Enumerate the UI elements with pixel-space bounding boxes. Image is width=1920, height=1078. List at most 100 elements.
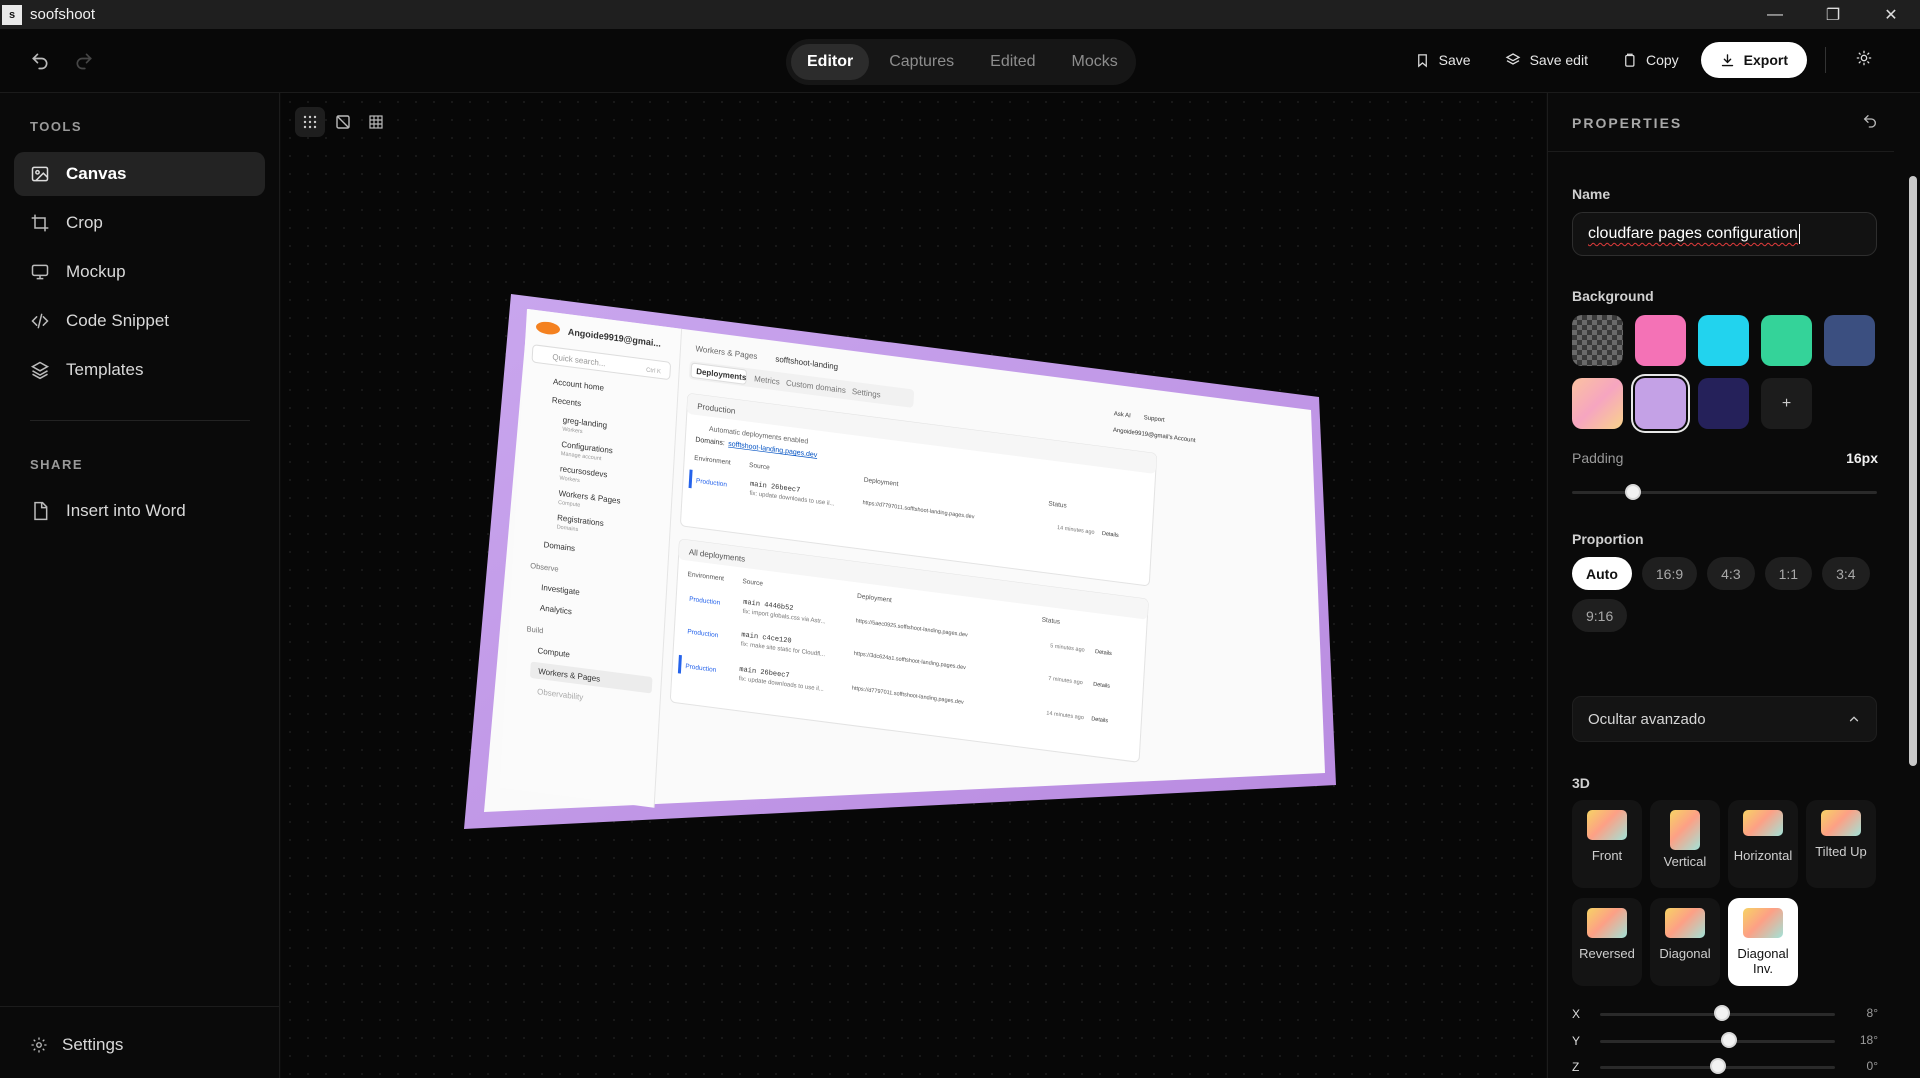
tab-edited[interactable]: Edited [974, 44, 1051, 80]
name-field[interactable]: cloudfare pages configuration [1572, 212, 1877, 256]
sidebar-bottom-divider [0, 1006, 280, 1007]
preset-thumbnail [1743, 908, 1783, 938]
swatch-peach-gradient[interactable] [1572, 378, 1623, 429]
preset-horizontal[interactable]: Horizontal [1728, 800, 1798, 888]
sidebar: TOOLS Canvas Crop Mockup Code Snippet Te… [0, 93, 280, 1078]
toolbar-divider [1825, 47, 1826, 73]
sidebar-divider [30, 420, 250, 421]
padding-label: Padding [1572, 450, 1624, 466]
rotation-y-track[interactable] [1600, 1040, 1835, 1043]
app-icon: s [2, 4, 22, 25]
chevron-up-icon [1849, 716, 1859, 722]
image-icon [31, 166, 49, 182]
canvas-area[interactable]: Angoide9919@gmai... Quick search... Ctrl… [281, 93, 1546, 1078]
proportion-1-1[interactable]: 1:1 [1764, 557, 1813, 590]
swatch-pink[interactable] [1635, 315, 1686, 366]
proportion-options: Auto 16:9 4:3 1:1 3:4 9:16 [1572, 557, 1882, 632]
bookmark-icon [1417, 53, 1427, 67]
padding-slider-thumb[interactable] [1625, 484, 1641, 500]
save-button[interactable]: Save [1415, 52, 1471, 68]
sidebar-item-code-snippet[interactable]: Code Snippet [14, 299, 265, 343]
copy-button[interactable]: Copy [1622, 52, 1679, 68]
rotation-x-thumb[interactable] [1714, 1005, 1731, 1021]
sidebar-item-label: Canvas [66, 164, 127, 183]
save-edit-button[interactable]: Save edit [1505, 52, 1588, 68]
layers-icon [1505, 53, 1520, 65]
save-edit-label: Save edit [1529, 52, 1588, 68]
preset-thumbnail [1670, 810, 1700, 850]
code-icon [31, 313, 49, 329]
preset-thumbnail [1821, 810, 1861, 836]
undo-button[interactable] [28, 49, 52, 73]
rotation-y-thumb[interactable] [1721, 1032, 1738, 1048]
sidebar-item-label: Templates [66, 360, 144, 379]
settings-button[interactable]: Settings [30, 1035, 123, 1055]
toggle-advanced-button[interactable]: Ocultar avanzado [1572, 696, 1877, 742]
copy-label: Copy [1645, 52, 1679, 68]
tools-heading: TOOLS [30, 119, 83, 134]
proportion-4-3[interactable]: 4:3 [1707, 557, 1755, 590]
proportion-16-9[interactable]: 16:9 [1641, 557, 1698, 590]
export-button[interactable]: Export [1700, 42, 1807, 78]
padding-value: 16px [1846, 450, 1878, 466]
panel-scrollbar[interactable] [1906, 156, 1920, 1078]
preset-diagonal-inv[interactable]: Diagonal Inv. [1728, 898, 1798, 986]
properties-divider [1548, 151, 1894, 152]
preset-reversed[interactable]: Reversed [1572, 898, 1642, 986]
window-title: soofshoot [30, 6, 96, 23]
proportion-auto[interactable]: Auto [1572, 557, 1632, 590]
preset-vertical[interactable]: Vertical [1650, 800, 1720, 888]
threed-label: 3D [1572, 775, 1590, 791]
reset-icon [1863, 115, 1876, 128]
sidebar-item-mockup[interactable]: Mockup [14, 250, 265, 294]
swatch-cyan[interactable] [1698, 315, 1749, 366]
reset-properties-button[interactable] [1862, 113, 1878, 134]
panel-scrollbar-thumb[interactable] [1909, 176, 1917, 766]
add-swatch-button[interactable]: + [1761, 378, 1812, 429]
rotation-z-thumb[interactable] [1709, 1058, 1726, 1074]
tab-mocks[interactable]: Mocks [1056, 44, 1134, 80]
swatch-indigo[interactable] [1698, 378, 1749, 429]
preset-thumbnail [1587, 810, 1627, 840]
swatch-lavender[interactable] [1635, 378, 1686, 429]
sidebar-item-canvas[interactable]: Canvas [14, 152, 265, 196]
top-toolbar: Editor Captures Edited Mocks Save Save e… [0, 29, 1920, 93]
sidebar-item-templates[interactable]: Templates [14, 348, 265, 392]
export-label: Export [1743, 52, 1788, 68]
name-label: Name [1572, 186, 1611, 202]
sidebar-item-label: Code Snippet [66, 311, 170, 330]
proportion-3-4[interactable]: 3:4 [1822, 557, 1870, 590]
rotation-z-value: 0° [1866, 1059, 1878, 1073]
screenshot-mockup[interactable]: Angoide9919@gmai... Quick search... Ctrl… [281, 93, 1546, 1078]
theme-toggle[interactable] [1856, 50, 1872, 71]
preset-thumbnail [1743, 810, 1783, 836]
tab-captures[interactable]: Captures [873, 44, 970, 80]
swatch-green[interactable] [1761, 315, 1812, 366]
restore-button[interactable]: ❐ [1804, 0, 1862, 29]
sidebar-item-label: Insert into Word [66, 501, 186, 520]
minimize-button[interactable]: — [1746, 0, 1804, 29]
background-swatches: + [1572, 315, 1875, 429]
swatch-navy[interactable] [1824, 315, 1875, 366]
share-heading: SHARE [30, 457, 84, 472]
properties-heading: PROPERTIES [1572, 115, 1683, 131]
sidebar-item-insert-into-word[interactable]: Insert into Word [14, 489, 265, 533]
background-label: Background [1572, 288, 1654, 304]
clipboard-icon [1625, 53, 1635, 67]
proportion-9-16[interactable]: 9:16 [1572, 599, 1628, 632]
preset-diagonal[interactable]: Diagonal [1650, 898, 1720, 986]
preset-front[interactable]: Front [1572, 800, 1642, 888]
threed-presets: Front Vertical Horizontal Tilted Up Reve… [1572, 800, 1876, 986]
sidebar-item-label: Mockup [66, 262, 126, 281]
padding-slider-track[interactable] [1572, 491, 1877, 494]
sidebar-item-crop[interactable]: Crop [14, 201, 265, 245]
close-window-button[interactable]: ✕ [1862, 0, 1920, 29]
sun-icon [1856, 50, 1872, 65]
redo-button[interactable] [72, 49, 96, 73]
download-icon [1721, 53, 1733, 66]
preset-tilted-up[interactable]: Tilted Up [1806, 800, 1876, 888]
rotation-y-value: 18° [1859, 1033, 1878, 1047]
swatch-transparent[interactable] [1572, 315, 1623, 366]
tab-editor[interactable]: Editor [791, 44, 870, 80]
rotation-x-value: 8° [1866, 1006, 1878, 1020]
